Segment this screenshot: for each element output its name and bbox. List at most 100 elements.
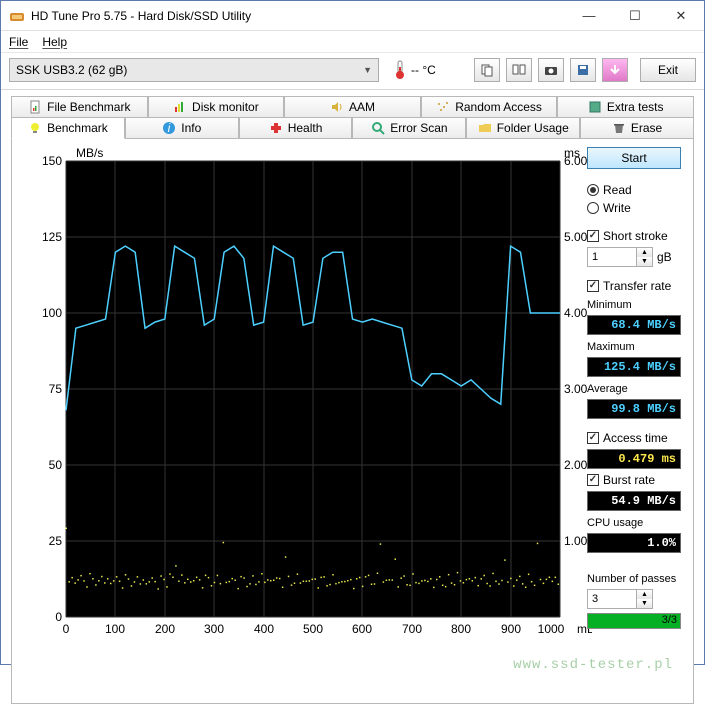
min-label: Minimum (587, 299, 681, 311)
svg-text:5.00: 5.00 (564, 230, 588, 244)
tab-erase[interactable]: Erase (580, 117, 694, 139)
magnify-icon (371, 121, 385, 135)
tab-disk-monitor[interactable]: Disk monitor (148, 96, 285, 118)
svg-text:75: 75 (49, 382, 63, 396)
monitor-icon (173, 100, 187, 114)
tab-body: MB/s ms 150 125 100 75 50 25 0 6.00 5.00… (11, 139, 694, 704)
app-icon (9, 8, 25, 24)
random-icon (436, 100, 450, 114)
svg-text:2.00: 2.00 (564, 458, 588, 472)
cpu-value: 1.0% (587, 533, 681, 553)
short-stroke-spinner[interactable]: ▲▼ (587, 247, 653, 267)
passes-spinner[interactable]: ▲▼ (587, 589, 681, 609)
avg-value: 99.8 MB/s (587, 399, 681, 419)
svg-text:1000: 1000 (538, 622, 565, 636)
save-button[interactable] (570, 58, 596, 82)
start-button[interactable]: Start (587, 147, 681, 169)
tab-row-bottom: Benchmark iInfo Health Error Scan Folder… (11, 117, 694, 139)
svg-text:700: 700 (402, 622, 422, 636)
check-access-time[interactable]: Access time (587, 431, 681, 445)
tab-folder-usage[interactable]: Folder Usage (466, 117, 580, 139)
radio-icon (587, 202, 599, 214)
checkbox-icon (587, 432, 599, 444)
cpu-label: CPU usage (587, 517, 681, 529)
svg-text:200: 200 (155, 622, 175, 636)
extra-icon (588, 100, 602, 114)
tab-row-top: File Benchmark Disk monitor AAM Random A… (11, 96, 694, 118)
maximize-button[interactable]: ☐ (612, 1, 658, 31)
menu-help[interactable]: Help (42, 35, 67, 49)
toolbar: SSK USB3.2 (62 gB) ▼ -- °C Exit (1, 53, 704, 87)
info-icon: i (162, 121, 176, 135)
health-icon (269, 121, 283, 135)
tab-aam[interactable]: AAM (284, 96, 421, 118)
tab-random-access[interactable]: Random Access (421, 96, 558, 118)
min-value: 68.4 MB/s (587, 315, 681, 335)
checkbox-icon (587, 280, 599, 292)
tab-info[interactable]: iInfo (125, 117, 239, 139)
tab-extra-tests[interactable]: Extra tests (557, 96, 694, 118)
checkbox-icon (587, 230, 599, 242)
svg-text:800: 800 (451, 622, 471, 636)
watermark: www.ssd-tester.pl (513, 657, 673, 673)
passes-input[interactable] (587, 589, 637, 609)
svg-text:600: 600 (352, 622, 372, 636)
svg-text:100: 100 (105, 622, 125, 636)
svg-text:0: 0 (63, 622, 70, 636)
max-label: Maximum (587, 341, 681, 353)
thermometer-icon (393, 60, 407, 80)
screenshot-button[interactable] (538, 58, 564, 82)
trash-icon (612, 121, 626, 135)
tab-error-scan[interactable]: Error Scan (352, 117, 466, 139)
checkbox-icon (587, 474, 599, 486)
options-button[interactable] (602, 58, 628, 82)
svg-text:100: 100 (42, 306, 62, 320)
y-axis-label: MB/s (76, 147, 103, 160)
svg-text:125: 125 (42, 230, 62, 244)
check-short-stroke[interactable]: Short stroke (587, 229, 681, 243)
svg-text:0: 0 (55, 610, 62, 624)
passes-progress: 3/3 (587, 613, 681, 629)
close-button[interactable]: ✕ (658, 1, 704, 31)
tab-file-benchmark[interactable]: File Benchmark (11, 96, 148, 118)
tab-health[interactable]: Health (239, 117, 353, 139)
svg-text:50: 50 (49, 458, 63, 472)
svg-text:150: 150 (42, 154, 62, 168)
menu-file[interactable]: File (9, 35, 28, 49)
bulb-icon (28, 121, 42, 135)
benchmark-chart: MB/s ms 150 125 100 75 50 25 0 6.00 5.00… (24, 147, 592, 647)
svg-text:6.00: 6.00 (564, 154, 588, 168)
window-title: HD Tune Pro 5.75 - Hard Disk/SSD Utility (31, 9, 566, 23)
exit-button[interactable]: Exit (640, 58, 696, 82)
svg-text:4.00: 4.00 (564, 306, 588, 320)
copy-all-button[interactable] (506, 58, 532, 82)
side-panel: Start Read Write Short stroke ▲▼ gB Tran… (587, 147, 681, 629)
folder-icon (478, 121, 492, 135)
tab-container: File Benchmark Disk monitor AAM Random A… (1, 92, 704, 704)
svg-text:25: 25 (49, 534, 63, 548)
short-stroke-input[interactable] (587, 247, 637, 267)
temperature: -- °C (393, 60, 436, 80)
svg-text:300: 300 (204, 622, 224, 636)
passes-label: Number of passes (587, 573, 681, 585)
tab-benchmark[interactable]: Benchmark (11, 117, 125, 139)
chevron-down-icon: ▼ (363, 65, 372, 75)
minimize-button[interactable]: — (566, 1, 612, 31)
svg-text:1.00: 1.00 (564, 534, 588, 548)
burst-value: 54.9 MB/s (587, 491, 681, 511)
access-value: 0.479 ms (587, 449, 681, 469)
device-text: SSK USB3.2 (62 gB) (16, 63, 363, 77)
check-burst-rate[interactable]: Burst rate (587, 473, 681, 487)
radio-read[interactable]: Read (587, 183, 681, 197)
radio-write[interactable]: Write (587, 201, 681, 215)
copy-button[interactable] (474, 58, 500, 82)
svg-text:400: 400 (254, 622, 274, 636)
svg-text:500: 500 (303, 622, 323, 636)
svg-text:900: 900 (501, 622, 521, 636)
avg-label: Average (587, 383, 681, 395)
menubar: File Help (1, 31, 704, 53)
radio-icon (587, 184, 599, 196)
check-transfer-rate[interactable]: Transfer rate (587, 279, 681, 293)
svg-text:i: i (168, 121, 171, 135)
device-select[interactable]: SSK USB3.2 (62 gB) ▼ (9, 58, 379, 82)
